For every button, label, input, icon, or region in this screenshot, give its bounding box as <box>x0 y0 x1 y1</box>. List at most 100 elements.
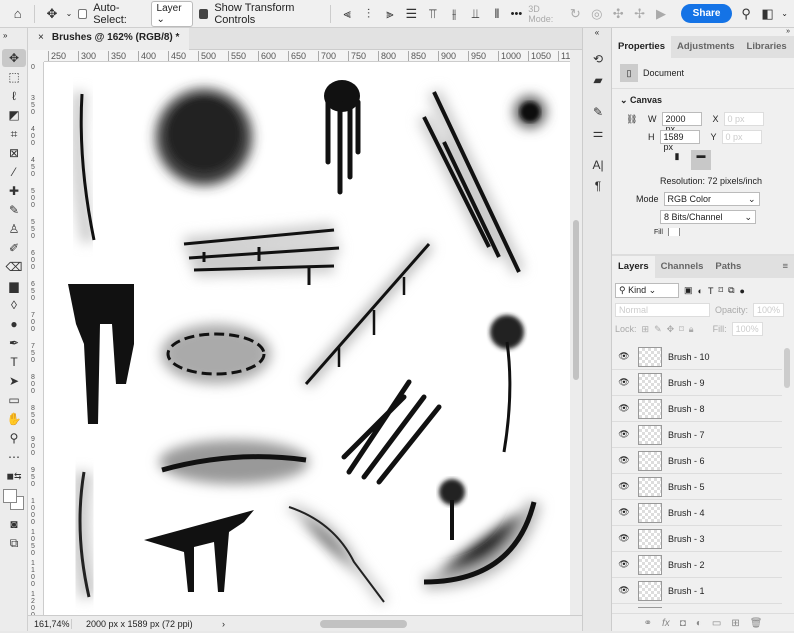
close-tab-icon[interactable]: × <box>38 32 44 46</box>
height-field[interactable]: 1589 px <box>659 130 700 152</box>
link-icon[interactable]: ⛓ <box>626 114 637 125</box>
zoom-tool-icon[interactable]: ⚲ <box>2 429 26 447</box>
home-icon[interactable]: ⌂ <box>10 5 25 23</box>
eyedropper-tool-icon[interactable]: ⁄ <box>2 163 26 181</box>
more-tools-icon[interactable]: ⋯ <box>2 448 26 466</box>
collapse-icon[interactable]: » <box>0 28 27 48</box>
adjustments-sliders-icon[interactable]: ⚌ <box>585 123 611 143</box>
align-left-icon[interactable]: ⫷ <box>339 5 354 23</box>
background-layer[interactable] <box>612 604 782 608</box>
visibility-eye-icon[interactable]: 👁︎ <box>612 429 636 440</box>
history-icon[interactable]: ⟲ <box>585 49 611 69</box>
document-tab[interactable]: × Brushes @ 162% (RGB/8) * <box>28 28 190 50</box>
collapse-icon[interactable]: « <box>583 28 611 48</box>
adjustment-layer-icon[interactable]: ◐ <box>696 618 702 629</box>
search-icon[interactable]: ⚲ <box>738 5 753 23</box>
layer-row[interactable]: 👁︎ Brush - 5 <box>612 474 782 500</box>
blur-tool-icon[interactable]: ◊ <box>2 296 26 314</box>
hand-tool-icon[interactable]: ✋ <box>2 410 26 428</box>
align-bottom-icon[interactable]: ⫫ <box>468 5 483 23</box>
type-tool-icon[interactable]: T <box>2 353 26 371</box>
zoom-level[interactable]: 161,74% <box>28 618 72 629</box>
visibility-eye-icon[interactable]: 👁︎ <box>612 351 636 362</box>
distribute-v-icon[interactable]: ‖ <box>489 5 504 23</box>
gradient-tool-icon[interactable]: ▆ <box>2 277 26 295</box>
layer-row[interactable]: 👁︎ Brush - 1 <box>612 578 782 604</box>
layer-row[interactable]: 👁︎ Brush - 3 <box>612 526 782 552</box>
filter-toggle-icon[interactable]: ● <box>740 286 745 296</box>
fill-swatch[interactable] <box>667 228 680 236</box>
auto-select-dropdown[interactable]: Layer ⌄ <box>150 0 194 27</box>
show-transform-checkbox[interactable] <box>199 8 209 19</box>
mode-dropdown[interactable]: RGB Color ⌄ <box>663 192 760 206</box>
visibility-eye-icon[interactable]: 👁︎ <box>612 403 636 414</box>
collapse-icon[interactable]: » <box>612 28 794 36</box>
lasso-tool-icon[interactable]: ℓ <box>2 87 26 105</box>
comments-icon[interactable]: ▰ <box>585 70 611 90</box>
character-icon[interactable]: A| <box>585 155 611 175</box>
distribute-icon[interactable]: ☰ <box>404 5 419 23</box>
canvas-header[interactable]: ⌄ Canvas <box>620 95 786 106</box>
document-canvas[interactable] <box>44 62 570 615</box>
marquee-tool-icon[interactable]: ⬚ <box>2 68 26 86</box>
chevron-down-icon[interactable]: ⌄ <box>66 9 73 18</box>
portrait-icon[interactable]: ▮ <box>668 151 686 169</box>
filter-pixel-icon[interactable]: ▣ <box>684 285 693 296</box>
eraser-tool-icon[interactable]: ⌫ <box>2 258 26 276</box>
layer-row[interactable]: 👁︎ Brush - 10 <box>612 344 782 370</box>
visibility-eye-icon[interactable]: 👁︎ <box>612 507 636 518</box>
color-swatches[interactable] <box>0 486 27 514</box>
status-menu-arrow[interactable]: › <box>222 619 225 629</box>
scroll-thumb[interactable] <box>573 220 579 380</box>
frame-tool-icon[interactable]: ⊠ <box>2 144 26 162</box>
tab-layers[interactable]: Layers <box>612 256 655 278</box>
align-hcenter-icon[interactable]: ⫶ <box>361 5 376 23</box>
vertical-scrollbar[interactable] <box>570 50 582 615</box>
visibility-eye-icon[interactable]: 👁︎ <box>612 377 636 388</box>
layer-row[interactable]: 👁︎ Brush - 4 <box>612 500 782 526</box>
layer-row[interactable]: 👁︎ Brush - 7 <box>612 422 782 448</box>
filter-smart-icon[interactable]: ⧉ <box>728 285 734 296</box>
new-group-icon[interactable]: ▭ <box>712 618 721 629</box>
history-brush-icon[interactable]: ✐ <box>2 239 26 257</box>
share-button[interactable]: Share <box>680 4 733 23</box>
healing-tool-icon[interactable]: ✚ <box>2 182 26 200</box>
filter-type-icon[interactable]: T <box>708 286 714 296</box>
visibility-eye-icon[interactable]: 👁︎ <box>612 559 636 570</box>
layer-row[interactable]: 👁︎ Brush - 9 <box>612 370 782 396</box>
object-select-tool-icon[interactable]: ◩ <box>2 106 26 124</box>
move-tool-icon[interactable]: ✥ <box>2 49 26 67</box>
landscape-icon[interactable]: ▬ <box>691 150 711 170</box>
chevron-down-icon[interactable]: ⌄ <box>781 9 788 18</box>
visibility-eye-icon[interactable]: 👁︎ <box>612 533 636 544</box>
layers-scrollbar[interactable] <box>784 348 790 388</box>
tab-adjustments[interactable]: Adjustments <box>671 36 741 58</box>
panel-menu-icon[interactable]: ≡ <box>776 256 794 278</box>
fx-icon[interactable]: fx <box>662 618 670 629</box>
dodge-tool-icon[interactable]: ● <box>2 315 26 333</box>
align-right-icon[interactable]: ⫸ <box>382 5 397 23</box>
brush-tool-icon[interactable]: ✎ <box>2 201 26 219</box>
tab-properties[interactable]: Properties <box>612 36 671 58</box>
stamp-tool-icon[interactable]: ♙ <box>2 220 26 238</box>
quick-mask-icon[interactable]: ◙ <box>2 515 26 533</box>
link-layers-icon[interactable]: ⚭ <box>644 618 652 629</box>
pen-tool-icon[interactable]: ✒ <box>2 334 26 352</box>
layer-row[interactable]: 👁︎ Brush - 2 <box>612 552 782 578</box>
screen-mode-icon[interactable]: ⧉ <box>2 534 26 552</box>
swap-colors-icon[interactable]: ◼⇆ <box>2 467 26 485</box>
crop-tool-icon[interactable]: ⌗ <box>2 125 26 143</box>
tab-paths[interactable]: Paths <box>709 256 747 278</box>
brush-settings-icon[interactable]: ✎ <box>585 102 611 122</box>
visibility-eye-icon[interactable]: 👁︎ <box>612 481 636 492</box>
visibility-eye-icon[interactable]: 👁︎ <box>612 585 636 596</box>
layer-row[interactable]: 👁︎ Brush - 6 <box>612 448 782 474</box>
delete-layer-icon[interactable]: 🗑︎ <box>750 618 763 629</box>
new-layer-icon[interactable]: ⊞ <box>731 618 739 629</box>
filter-adjustment-icon[interactable]: ◐ <box>698 286 703 296</box>
workspace-icon[interactable]: ◧ <box>760 5 775 23</box>
add-mask-icon[interactable]: ◘ <box>680 618 686 629</box>
paragraph-icon[interactable]: ¶ <box>585 176 611 196</box>
rectangle-tool-icon[interactable]: ▭ <box>2 391 26 409</box>
visibility-eye-icon[interactable]: 👁︎ <box>612 455 636 466</box>
